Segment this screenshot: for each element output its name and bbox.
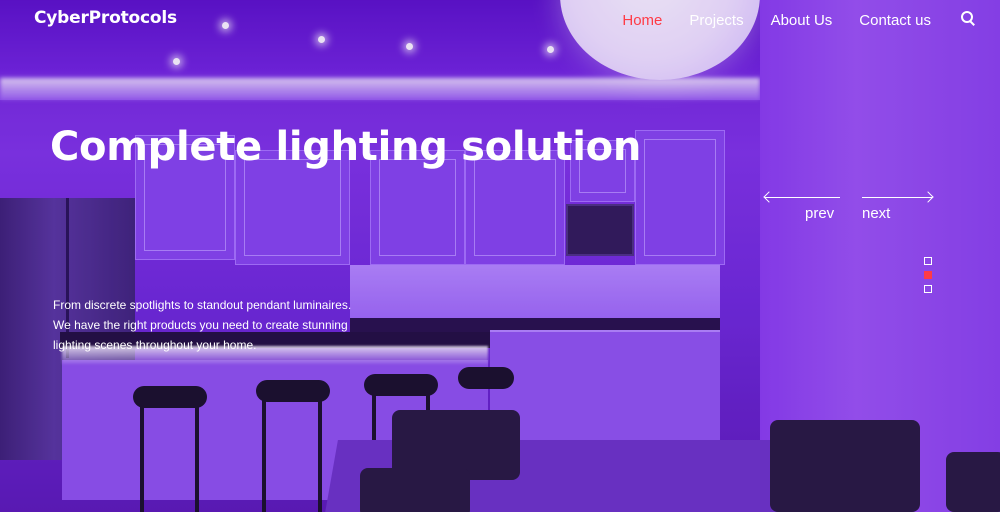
hero-overlay bbox=[0, 0, 1000, 512]
nav-item-home[interactable]: Home bbox=[622, 12, 662, 29]
main-nav: Home Projects About Us Contact us bbox=[622, 9, 1000, 31]
slide-dot-active[interactable] bbox=[924, 271, 932, 279]
brand-logo[interactable]: CyberProtocols bbox=[34, 8, 177, 28]
prev-arrow-icon[interactable] bbox=[765, 197, 840, 198]
slide-dot[interactable] bbox=[924, 285, 932, 293]
search-icon[interactable] bbox=[958, 9, 980, 31]
nav-item-projects[interactable]: Projects bbox=[689, 12, 743, 29]
slide-dot[interactable] bbox=[924, 257, 932, 265]
hero-description: From discrete spotlights to standout pen… bbox=[53, 298, 352, 352]
next-button[interactable]: next bbox=[862, 205, 890, 222]
prev-button[interactable]: prev bbox=[805, 205, 834, 222]
nav-item-about-us[interactable]: About Us bbox=[771, 12, 833, 29]
slide-indicators bbox=[924, 257, 932, 293]
next-arrow-icon[interactable] bbox=[862, 197, 932, 198]
hero-title: Complete lighting solution bbox=[50, 124, 642, 170]
hero-background-image bbox=[0, 0, 1000, 512]
nav-item-contact-us[interactable]: Contact us bbox=[859, 12, 931, 29]
